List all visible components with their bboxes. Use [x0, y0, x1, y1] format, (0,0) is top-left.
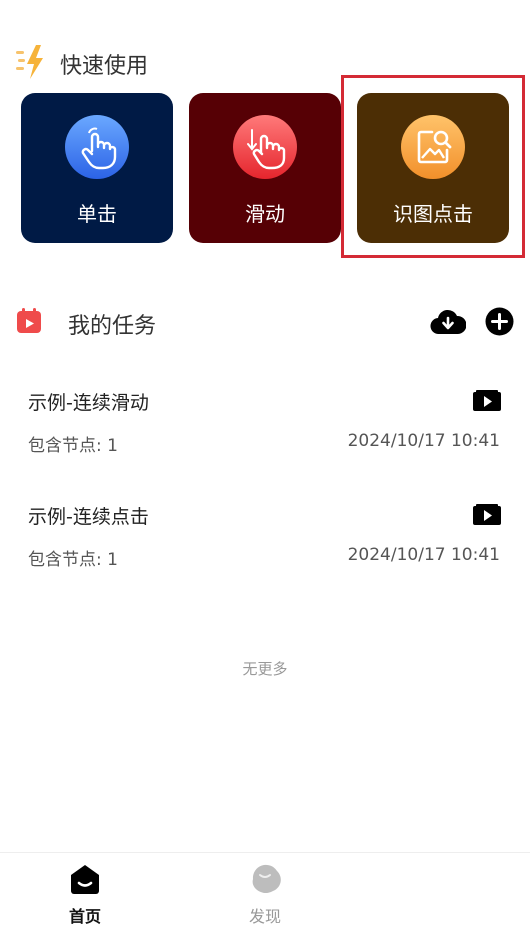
task-node-count: 包含节点: 1: [28, 550, 118, 570]
play-icon[interactable]: [473, 504, 501, 526]
quick-use-title: 快速使用: [60, 54, 149, 79]
task-node-count: 包含节点: 1: [28, 436, 118, 456]
image-click-card[interactable]: 识图点击: [357, 93, 509, 243]
task-timestamp: 2024/10/17 10:41: [347, 545, 500, 565]
lightning-icon: [16, 45, 43, 79]
swipe-hand-icon: [233, 115, 297, 179]
bottom-tab-bar: 首页 发现: [0, 852, 530, 925]
calendar-icon: [17, 308, 41, 333]
image-search-icon: [401, 115, 465, 179]
my-tasks-title: 我的任务: [68, 314, 157, 339]
tab-home[interactable]: 首页: [0, 853, 170, 925]
tap-card[interactable]: 单击: [21, 93, 173, 243]
add-task-icon[interactable]: [485, 307, 514, 336]
swipe-card[interactable]: 滑动: [189, 93, 341, 243]
swipe-label: 滑动: [245, 202, 285, 226]
image-click-label: 识图点击: [393, 202, 473, 226]
tab-discover-label: 发现: [248, 907, 281, 925]
task-name: 示例-连续滑动: [28, 392, 149, 414]
play-icon[interactable]: [473, 390, 501, 412]
no-more-text: 无更多: [242, 660, 288, 678]
cloud-download-icon[interactable]: [430, 308, 466, 336]
task-name: 示例-连续点击: [28, 506, 149, 528]
task-item[interactable]: 示例-连续滑动 包含节点: 1 2024/10/17 10:41: [0, 388, 530, 488]
discover-icon: [252, 864, 281, 894]
task-item[interactable]: 示例-连续点击 包含节点: 1 2024/10/17 10:41: [0, 502, 530, 602]
tab-home-label: 首页: [68, 907, 101, 925]
quick-use-cards: 单击 滑动 识图点击: [21, 93, 511, 243]
task-timestamp: 2024/10/17 10:41: [347, 431, 500, 451]
tap-hand-icon: [65, 115, 129, 179]
quick-use-header: 快速使用: [0, 40, 530, 84]
my-tasks-header: 我的任务: [0, 300, 530, 344]
home-icon: [71, 865, 99, 894]
tab-discover[interactable]: 发现: [180, 853, 350, 925]
tap-label: 单击: [77, 202, 117, 226]
